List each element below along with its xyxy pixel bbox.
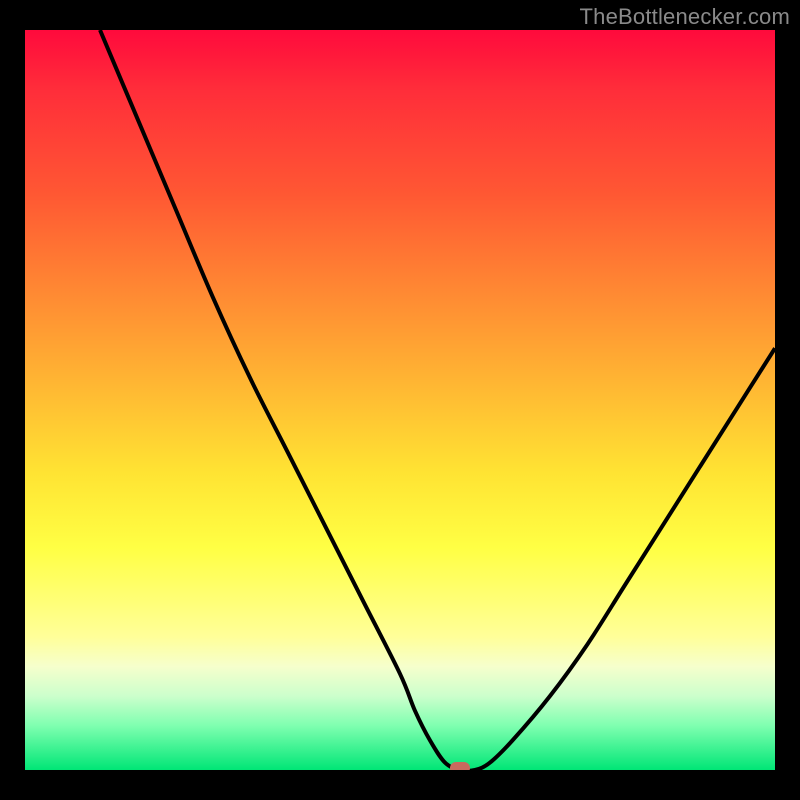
bottleneck-curve-path <box>100 30 775 770</box>
attribution-text: TheBottlenecker.com <box>580 4 790 30</box>
curve-svg <box>25 30 775 770</box>
plot-area <box>25 30 775 770</box>
chart-frame: TheBottlenecker.com <box>0 0 800 800</box>
minimum-marker <box>450 762 470 770</box>
